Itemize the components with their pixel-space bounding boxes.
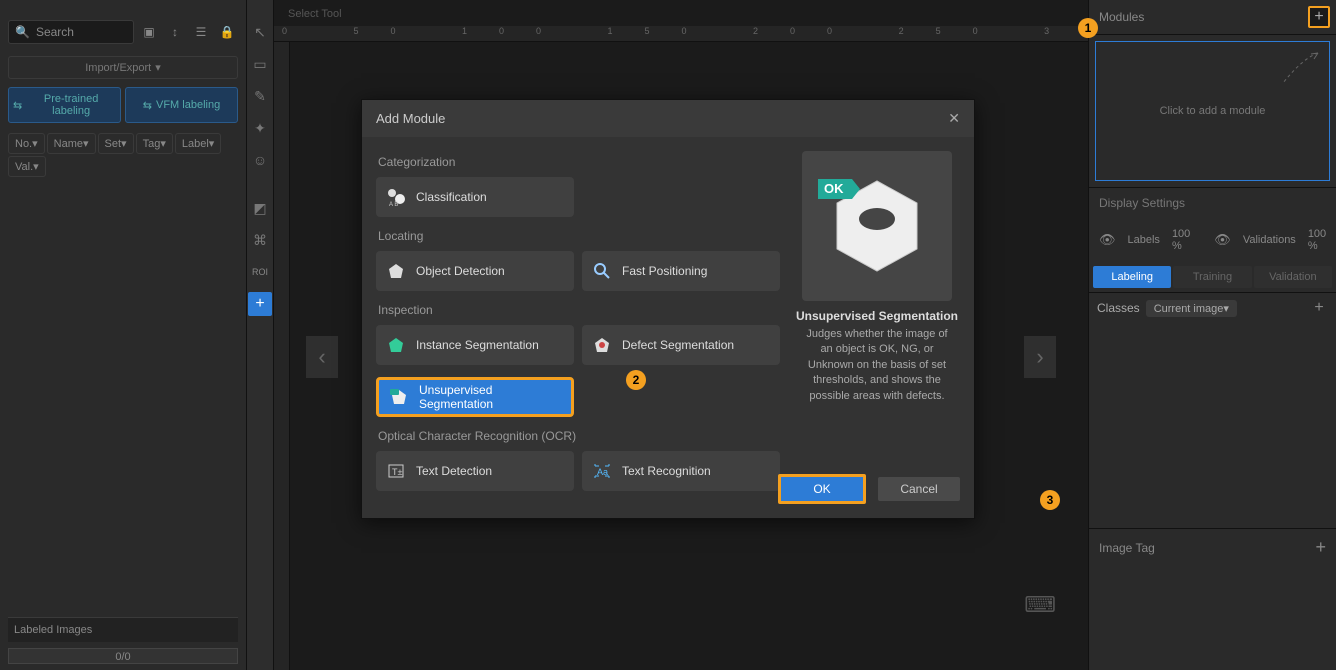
add-image-tag-button[interactable]: + xyxy=(1315,537,1326,558)
drop-arrow-icon xyxy=(1273,48,1323,98)
card-text-detection[interactable]: T± Text Detection xyxy=(376,451,574,491)
svg-text:A B: A B xyxy=(389,202,398,207)
filter-label[interactable]: Label▾ xyxy=(175,133,221,154)
mask-tool-icon[interactable]: ◩ xyxy=(248,196,272,220)
chevron-down-icon: ▾ xyxy=(155,61,161,74)
section-locating: Locating xyxy=(378,229,780,243)
list-icon[interactable]: ☰ xyxy=(190,21,212,43)
card-classification[interactable]: A B Classification xyxy=(376,177,574,217)
left-panel: 🔍 Search ▣ ↕ ☰ 🔒 Import/Export ▾ ⇆Pre-tr… xyxy=(0,0,247,670)
section-inspection: Inspection xyxy=(378,303,780,317)
card-text-recognition[interactable]: Aa Text Recognition xyxy=(582,451,780,491)
module-preview: OK Unsupervised Segmentation Judges whet… xyxy=(794,151,960,503)
tool-label: Select Tool xyxy=(274,8,1088,24)
card-object-detection[interactable]: Object Detection xyxy=(376,251,574,291)
link-tool-icon[interactable]: ⌘ xyxy=(248,228,272,252)
prev-image-button[interactable]: ‹ xyxy=(306,336,338,378)
eye-icon[interactable]: 👁 xyxy=(1099,232,1116,248)
rect-tool-icon[interactable]: ▭ xyxy=(248,52,272,76)
classes-row: Classes Current image▾ + xyxy=(1089,292,1336,323)
ruler-vertical xyxy=(274,42,290,670)
text-detection-icon: T± xyxy=(386,461,406,481)
defect-seg-icon xyxy=(592,335,612,355)
svg-text:T±: T± xyxy=(392,467,402,477)
search-input[interactable]: 🔍 Search xyxy=(8,20,134,44)
instance-seg-icon xyxy=(386,335,406,355)
collapse-icon[interactable]: ▣ xyxy=(138,21,160,43)
add-class-button[interactable]: + xyxy=(1310,299,1328,317)
polygon-tool-icon[interactable]: ✎ xyxy=(248,84,272,108)
section-categorization: Categorization xyxy=(378,155,780,169)
callout-badge-1: 1 xyxy=(1078,18,1098,38)
roi-tool-icon[interactable]: ROI xyxy=(248,260,272,284)
card-defect-segmentation[interactable]: Defect Segmentation xyxy=(582,325,780,365)
magic-tool-icon[interactable]: ✦ xyxy=(248,116,272,140)
vfm-labeling-button[interactable]: ⇆VFM labeling xyxy=(125,87,238,123)
card-instance-segmentation[interactable]: Instance Segmentation xyxy=(376,325,574,365)
callout-badge-3: 3 xyxy=(1040,490,1060,510)
right-panel: Modules + Click to add a module Display … xyxy=(1088,0,1336,670)
filter-tag[interactable]: Tag▾ xyxy=(136,133,173,154)
tab-validation[interactable]: Validation xyxy=(1254,266,1332,288)
search-placeholder: Search xyxy=(36,25,74,39)
dialog-footer: OK Cancel xyxy=(778,474,960,504)
keyboard-icon[interactable]: ⌨ xyxy=(1024,592,1056,618)
person-tool-icon[interactable]: ☺ xyxy=(248,148,272,172)
modules-header: Modules + xyxy=(1089,0,1336,35)
dialog-title-bar: Add Module ✕ xyxy=(362,100,974,137)
image-tag-section: Image Tag + xyxy=(1089,528,1336,566)
unsup-seg-icon xyxy=(389,387,409,407)
fast-positioning-icon xyxy=(592,261,612,281)
card-unsupervised-segmentation[interactable]: Unsupervised Segmentation xyxy=(376,377,574,417)
eye-icon[interactable]: 👁 xyxy=(1214,232,1231,248)
right-tabs: Labeling Training Validation xyxy=(1089,262,1336,292)
search-icon: 🔍 xyxy=(15,25,30,39)
preview-description: Judges whether the image of an object is… xyxy=(794,327,960,404)
ok-button[interactable]: OK xyxy=(778,474,866,504)
preview-image: OK xyxy=(802,151,952,301)
display-settings-row: 👁 Labels 100 % 👁 Validations 100 % xyxy=(1089,218,1336,262)
dialog-title: Add Module xyxy=(376,111,445,126)
ruler-horizontal: 0 50 100 150 200 250 300 350 400 450 xyxy=(274,26,1088,42)
labeling-row: ⇆Pre-trained labeling ⇆VFM labeling xyxy=(0,83,246,127)
filter-set[interactable]: Set▾ xyxy=(98,133,134,154)
tab-training[interactable]: Training xyxy=(1173,266,1251,288)
classification-icon: A B xyxy=(386,187,406,207)
add-module-dialog: Add Module ✕ Categorization A B Classifi… xyxy=(361,99,975,519)
filter-name[interactable]: Name▾ xyxy=(47,133,96,154)
modules-drop-zone[interactable]: Click to add a module xyxy=(1095,41,1330,181)
display-settings-header: Display Settings xyxy=(1089,187,1336,218)
module-list: Categorization A B Classification Locati… xyxy=(376,151,780,503)
preview-title: Unsupervised Segmentation xyxy=(794,309,960,323)
section-ocr: Optical Character Recognition (OCR) xyxy=(378,429,780,443)
add-module-button[interactable]: + xyxy=(1308,6,1330,28)
object-detection-icon xyxy=(386,261,406,281)
sort-icon[interactable]: ↕ xyxy=(164,21,186,43)
filter-no[interactable]: No.▾ xyxy=(8,133,45,154)
import-export-button[interactable]: Import/Export ▾ xyxy=(8,56,238,79)
tab-labeling[interactable]: Labeling xyxy=(1093,266,1171,288)
add-tool-icon[interactable]: + xyxy=(248,292,272,316)
pretrained-labeling-button[interactable]: ⇆Pre-trained labeling xyxy=(8,87,121,123)
card-fast-positioning[interactable]: Fast Positioning xyxy=(582,251,780,291)
close-icon[interactable]: ✕ xyxy=(948,110,960,127)
vertical-toolbar: ↖ ▭ ✎ ✦ ☺ ◩ ⌘ ROI + xyxy=(247,0,274,670)
next-image-button[interactable]: › xyxy=(1024,336,1056,378)
filter-val[interactable]: Val.▾ xyxy=(8,156,46,177)
progress-bar: 0/0 xyxy=(8,648,238,664)
cancel-button[interactable]: Cancel xyxy=(878,477,960,501)
current-image-select[interactable]: Current image▾ xyxy=(1146,300,1237,317)
text-recognition-icon: Aa xyxy=(592,461,612,481)
cursor-tool-icon[interactable]: ↖ xyxy=(248,20,272,44)
callout-badge-2: 2 xyxy=(626,370,646,390)
svg-text:OK: OK xyxy=(824,181,844,196)
search-row: 🔍 Search ▣ ↕ ☰ 🔒 xyxy=(0,0,246,52)
filter-row: No.▾ Name▾ Set▾ Tag▾ Label▾ Val.▾ xyxy=(0,127,246,183)
labeled-images-tab[interactable]: Labeled Images xyxy=(8,617,238,642)
svg-text:Aa: Aa xyxy=(597,467,608,477)
lock-icon[interactable]: 🔒 xyxy=(216,21,238,43)
